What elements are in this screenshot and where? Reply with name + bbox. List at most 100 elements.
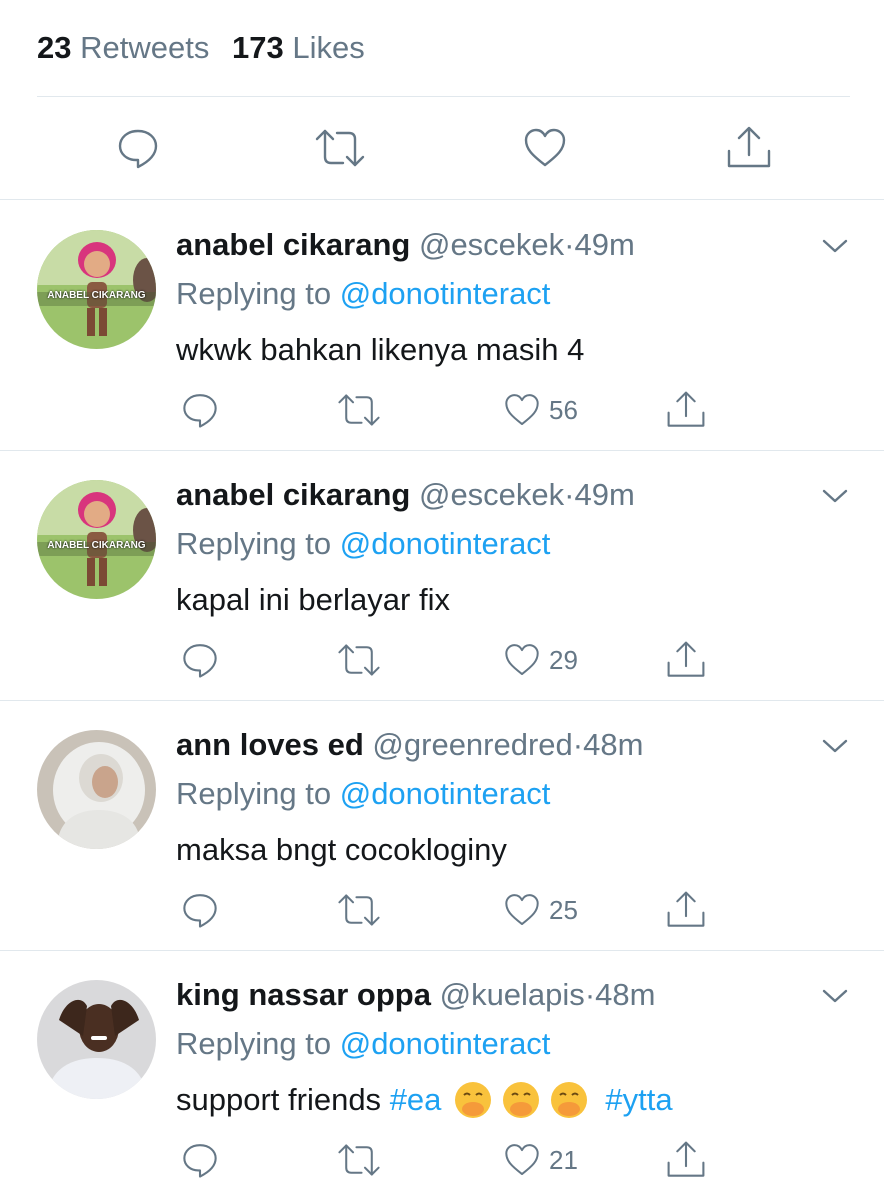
- share-icon: [667, 1141, 705, 1177]
- share-button[interactable]: [664, 635, 708, 685]
- like-button[interactable]: 21: [503, 1135, 578, 1185]
- retweets-count[interactable]: 23: [37, 30, 71, 65]
- tweet-text: support friends #ea #ytta: [176, 1078, 673, 1122]
- retweet-icon: [338, 394, 380, 426]
- share-icon: [667, 391, 705, 427]
- replying-prefix: Replying to: [176, 776, 332, 811]
- like-icon: [505, 644, 539, 676]
- reply-button[interactable]: [180, 885, 220, 935]
- like-icon: [505, 394, 539, 426]
- reply-tweet[interactable]: ANABEL CIKARANG anabel cikarang @escekek…: [0, 450, 884, 700]
- replying-to: Replying to @donotinteract: [176, 523, 550, 565]
- avatar[interactable]: [37, 730, 156, 849]
- share-button[interactable]: [664, 1135, 708, 1185]
- like-button[interactable]: 56: [503, 385, 578, 435]
- share-icon: [667, 641, 705, 677]
- reply-tweet[interactable]: ANABEL CIKARANG anabel cikarang @escekek…: [0, 200, 884, 450]
- chevron-down-icon[interactable]: [820, 236, 850, 256]
- avatar[interactable]: ANABEL CIKARANG: [37, 230, 156, 349]
- retweets-label[interactable]: Retweets: [80, 30, 209, 65]
- likes-count[interactable]: 173: [232, 30, 284, 65]
- retweet-icon: [338, 894, 380, 926]
- timestamp[interactable]: 49m: [575, 477, 635, 512]
- like-count: 25: [549, 894, 578, 925]
- face-with-hand-over-mouth-icon: [455, 1082, 492, 1118]
- like-button[interactable]: [518, 122, 572, 174]
- replying-to: Replying to @donotinteract: [176, 273, 550, 315]
- replying-mention[interactable]: @donotinteract: [340, 1026, 551, 1061]
- retweet-icon: [338, 1144, 380, 1176]
- retweet-icon: [315, 129, 365, 167]
- tweet-text: maksa bngt cocokloginy: [176, 832, 507, 867]
- main-tweet-actions: [0, 122, 884, 174]
- like-count: 56: [549, 394, 578, 425]
- likes-label[interactable]: Likes: [292, 30, 364, 65]
- author-name[interactable]: anabel cikarang: [176, 227, 410, 262]
- reply-icon: [183, 394, 217, 428]
- share-button[interactable]: [664, 885, 708, 935]
- reply-icon: [183, 1144, 217, 1178]
- author-handle[interactable]: @greenredred: [372, 727, 572, 762]
- author-handle[interactable]: @escekek: [419, 477, 564, 512]
- like-icon: [505, 894, 539, 926]
- like-button[interactable]: 29: [503, 635, 578, 685]
- retweet-button[interactable]: [336, 1135, 382, 1185]
- author-name[interactable]: ann loves ed: [176, 727, 364, 762]
- reply-actions: 25: [0, 885, 884, 935]
- replying-prefix: Replying to: [176, 526, 332, 561]
- reply-button[interactable]: [180, 385, 220, 435]
- share-icon: [727, 126, 771, 168]
- author-name[interactable]: king nassar oppa: [176, 977, 431, 1012]
- replying-mention[interactable]: @donotinteract: [340, 776, 551, 811]
- separator-dot: ·: [564, 477, 575, 512]
- tweet-text: wkwk bahkan likenya masih 4: [176, 332, 585, 367]
- avatar-label: ANABEL CIKARANG: [47, 290, 146, 301]
- separator-dot: ·: [564, 227, 575, 262]
- reply-button[interactable]: [180, 635, 220, 685]
- timestamp[interactable]: 48m: [583, 727, 643, 762]
- reply-header: anabel cikarang @escekek·49m: [176, 474, 635, 516]
- share-icon: [667, 891, 705, 927]
- replying-mention[interactable]: @donotinteract: [340, 526, 551, 561]
- retweet-button[interactable]: [313, 122, 367, 174]
- reply-actions: 29: [0, 635, 884, 685]
- reply-tweet[interactable]: ann loves ed @greenredred·48m Replying t…: [0, 700, 884, 950]
- reply-header: king nassar oppa @kuelapis·48m: [176, 974, 655, 1016]
- replying-prefix: Replying to: [176, 1026, 332, 1061]
- face-with-hand-over-mouth-icon: [551, 1082, 588, 1118]
- tweet-text-part: support friends: [176, 1082, 382, 1117]
- retweet-button[interactable]: [336, 885, 382, 935]
- chevron-down-icon[interactable]: [820, 486, 850, 506]
- avatar[interactable]: ANABEL CIKARANG: [37, 480, 156, 599]
- reply-button[interactable]: [111, 122, 165, 174]
- share-button[interactable]: [722, 122, 776, 174]
- author-handle[interactable]: @escekek: [419, 227, 564, 262]
- author-handle[interactable]: @kuelapis: [440, 977, 585, 1012]
- hashtag[interactable]: #ytta: [605, 1078, 672, 1122]
- hashtag[interactable]: #ea: [390, 1078, 442, 1122]
- reply-icon: [118, 129, 158, 169]
- retweet-button[interactable]: [336, 635, 382, 685]
- timestamp[interactable]: 49m: [575, 227, 635, 262]
- reply-header: ann loves ed @greenredred·48m: [176, 724, 643, 766]
- replying-mention[interactable]: @donotinteract: [340, 276, 551, 311]
- like-count: 29: [549, 644, 578, 675]
- reply-actions: 21: [0, 1135, 884, 1185]
- tweet-stats: 23 Retweets 173 Likes: [37, 28, 379, 68]
- reply-button[interactable]: [180, 1135, 220, 1185]
- avatar[interactable]: [37, 980, 156, 1099]
- reply-tweet[interactable]: king nassar oppa @kuelapis·48m Replying …: [0, 950, 884, 1200]
- like-icon: [524, 128, 566, 167]
- reply-actions: 56: [0, 385, 884, 435]
- tweet-text: kapal ini berlayar fix: [176, 582, 450, 617]
- author-name[interactable]: anabel cikarang: [176, 477, 410, 512]
- separator-dot: ·: [584, 977, 596, 1012]
- share-button[interactable]: [664, 385, 708, 435]
- chevron-down-icon[interactable]: [820, 736, 850, 756]
- like-button[interactable]: 25: [503, 885, 578, 935]
- chevron-down-icon[interactable]: [820, 986, 850, 1006]
- retweet-button[interactable]: [336, 385, 382, 435]
- reply-header: anabel cikarang @escekek·49m: [176, 224, 635, 266]
- timestamp[interactable]: 48m: [595, 977, 655, 1012]
- like-count: 21: [549, 1144, 578, 1175]
